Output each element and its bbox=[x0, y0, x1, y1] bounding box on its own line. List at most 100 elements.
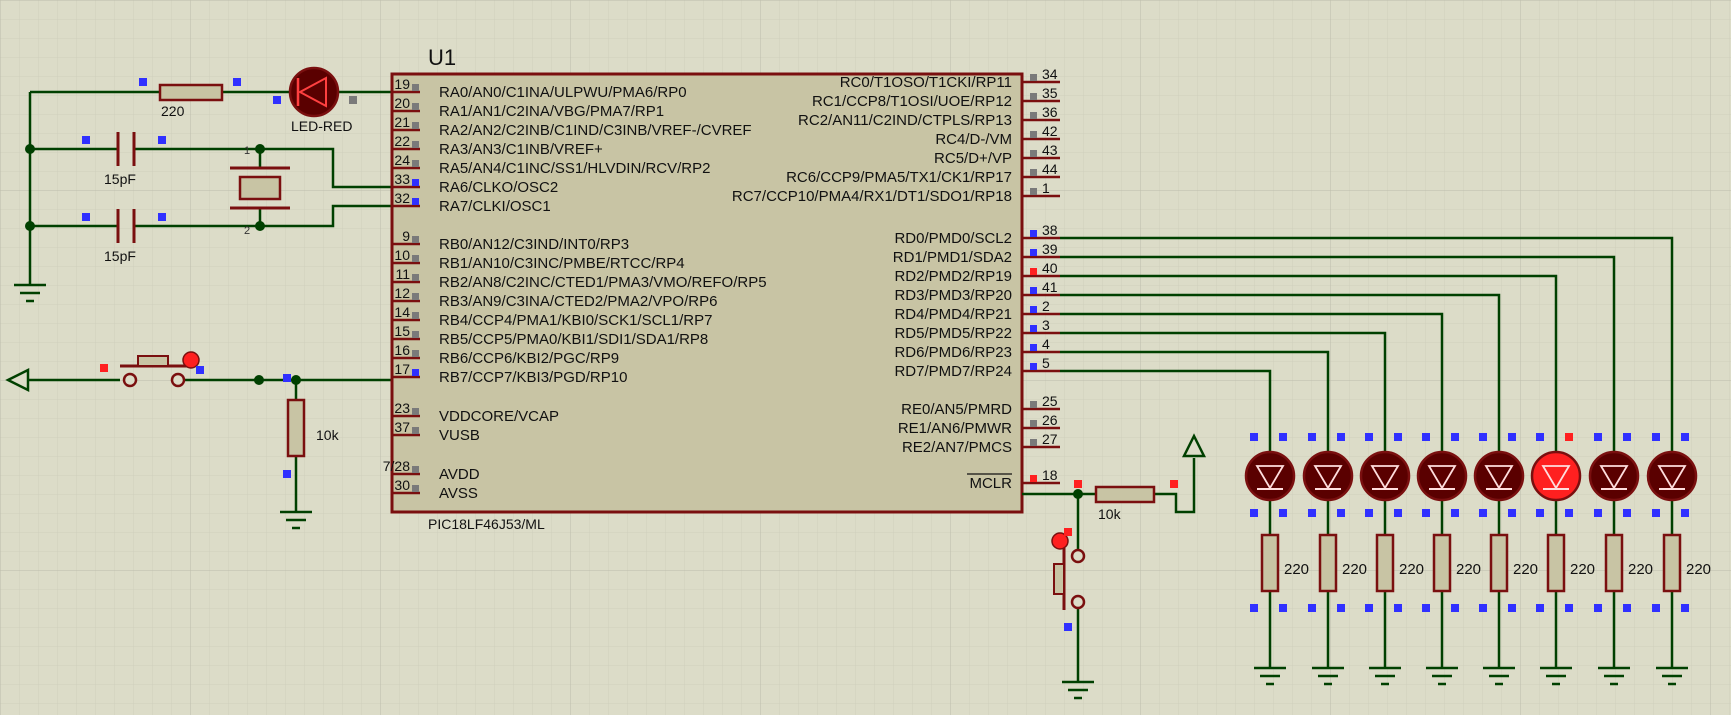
chip-pin-left-label: RA3/AN3/C1INB/VREF+ bbox=[439, 141, 603, 158]
chip-pin-left-label: VUSB bbox=[439, 427, 480, 444]
resistor-led-body[interactable] bbox=[158, 83, 224, 102]
led-pin-marker bbox=[1565, 509, 1573, 517]
led-resistor-value: 220 bbox=[1513, 561, 1538, 578]
chip-pin-left-label: RA0/AN0/C1INA/ULPWU/PMA6/RP0 bbox=[439, 84, 687, 101]
chip-pin-right-number: 4 bbox=[1042, 336, 1050, 352]
led-resistor-body[interactable] bbox=[1662, 533, 1682, 593]
chip-pin-left-marker bbox=[412, 312, 419, 319]
chip-pin-left-marker bbox=[412, 103, 419, 110]
led-resistor-value: 220 bbox=[1570, 561, 1595, 578]
led-pin-marker bbox=[1308, 509, 1316, 517]
chip-pin-right-marker bbox=[1030, 249, 1037, 256]
led-resistor-value: 220 bbox=[1628, 561, 1653, 578]
led-resistor-value: 220 bbox=[1686, 561, 1711, 578]
led-resistor-body[interactable] bbox=[1375, 533, 1395, 593]
chip-part-number: PIC18LF46J53/ML bbox=[428, 516, 545, 532]
chip-pin-left-marker bbox=[412, 369, 419, 376]
led-pin-marker bbox=[1681, 433, 1689, 441]
chip-pin-left-number: 30 bbox=[394, 477, 410, 493]
led-resistor-body[interactable] bbox=[1432, 533, 1452, 593]
capacitor-top-value: 15pF bbox=[104, 171, 136, 187]
led-resistor-body[interactable] bbox=[1318, 533, 1338, 593]
chip-pin-left-marker bbox=[412, 331, 419, 338]
led-pin-marker bbox=[1565, 604, 1573, 612]
chip-pin-left-number: 32 bbox=[394, 190, 410, 206]
led-pin-marker bbox=[1623, 509, 1631, 517]
chip-pin-left-number: 7/28 bbox=[383, 458, 410, 474]
chip-pin-right-label: RC2/AN11/C2IND/CTPLS/RP13 bbox=[798, 112, 1012, 129]
chip-pin-left-number: 16 bbox=[394, 342, 410, 358]
chip-pin-right-number: 2 bbox=[1042, 298, 1050, 314]
led-pin-marker bbox=[1536, 509, 1544, 517]
led-pin-marker bbox=[1250, 433, 1258, 441]
chip-pin-right-label: RC0/T1OSO/T1CKI/RP11 bbox=[840, 74, 1012, 91]
resistor-pulldown-value: 10k bbox=[316, 427, 340, 443]
led-pin-marker bbox=[1337, 604, 1345, 612]
led-pin-marker bbox=[1681, 509, 1689, 517]
chip-pin-left-marker bbox=[412, 236, 419, 243]
chip-pin-right-number: 18 bbox=[1042, 467, 1058, 483]
chip-pin-left-marker bbox=[412, 350, 419, 357]
resistor-pulldown-body[interactable] bbox=[286, 398, 306, 458]
led-resistor-value: 220 bbox=[1456, 561, 1481, 578]
chip-pin-left-marker bbox=[412, 466, 419, 473]
led-resistor-body[interactable] bbox=[1489, 533, 1509, 593]
led-pin-marker bbox=[1422, 509, 1430, 517]
chip-pin-left-marker bbox=[412, 122, 419, 129]
chip-pin-left-number: 9 bbox=[402, 228, 410, 244]
led-pin-marker bbox=[1508, 433, 1516, 441]
led-resistor-body[interactable] bbox=[1546, 533, 1566, 593]
chip-pin-right-number: 40 bbox=[1042, 260, 1058, 276]
chip-pin-right-label: RE1/AN6/PMWR bbox=[898, 420, 1012, 437]
chip-pin-right-marker bbox=[1030, 306, 1037, 313]
led-pin-marker bbox=[1365, 604, 1373, 612]
chip-pin-right-label: RD6/PMD6/RP23 bbox=[894, 344, 1012, 361]
led-pin-marker bbox=[1250, 604, 1258, 612]
chip-pin-left-label: RB0/AN12/C3IND/INT0/RP3 bbox=[439, 236, 629, 253]
led-resistor-body[interactable] bbox=[1604, 533, 1624, 593]
resistor-mclr-body[interactable] bbox=[1094, 485, 1156, 504]
capacitor-bottom-value: 15pF bbox=[104, 248, 136, 264]
led-pin-marker bbox=[1594, 433, 1602, 441]
led-pin-marker bbox=[1508, 604, 1516, 612]
chip-pin-right-number: 39 bbox=[1042, 241, 1058, 257]
crystal-pin2: 2 bbox=[244, 225, 250, 237]
led-red-indicator[interactable] bbox=[288, 66, 340, 118]
led-pin-marker bbox=[1594, 604, 1602, 612]
led-pin-marker bbox=[1394, 509, 1402, 517]
chip-pin-left-number: 12 bbox=[394, 285, 410, 301]
schematic-canvas[interactable]: 220 LED-RED 15pF 15pF 1 2 10k U1 PIC18LF… bbox=[0, 0, 1731, 715]
chip-pin-right-marker bbox=[1030, 74, 1037, 81]
led-pin-marker bbox=[1508, 509, 1516, 517]
led-pin-marker bbox=[1250, 509, 1258, 517]
chip-pin-left-number: 10 bbox=[394, 247, 410, 263]
led-pin-marker bbox=[1279, 509, 1287, 517]
chip-pin-left-marker bbox=[412, 198, 419, 205]
chip-pin-right-marker bbox=[1030, 131, 1037, 138]
led-pin-marker bbox=[1479, 433, 1487, 441]
chip-pin-right-label: RC5/D+/VP bbox=[934, 150, 1012, 167]
led-resistor-body[interactable] bbox=[1260, 533, 1280, 593]
led-red-label: LED-RED bbox=[291, 118, 352, 134]
chip-pin-right-label: RE2/AN7/PMCS bbox=[902, 439, 1012, 456]
led-pin-marker bbox=[1536, 604, 1544, 612]
chip-pin-left-marker bbox=[412, 141, 419, 148]
chip-pin-right-label: RD1/PMD1/SDA2 bbox=[893, 249, 1012, 266]
chip-pin-left-label: RB4/CCP4/PMA1/KBI0/SCK1/SCL1/RP7 bbox=[439, 312, 712, 329]
led-pin-marker bbox=[1479, 509, 1487, 517]
chip-pin-right-marker bbox=[1030, 325, 1037, 332]
chip-pin-right-marker bbox=[1030, 439, 1037, 446]
chip-pin-left-label: AVSS bbox=[439, 485, 478, 502]
led-resistor-value: 220 bbox=[1342, 561, 1367, 578]
chip-pin-left-number: 21 bbox=[394, 114, 410, 130]
led-pin-marker bbox=[1623, 604, 1631, 612]
chip-pin-right-number: 25 bbox=[1042, 393, 1058, 409]
led-pin-marker bbox=[1652, 433, 1660, 441]
chip-pin-right-marker bbox=[1030, 112, 1037, 119]
chip-pin-right-label: RC6/CCP9/PMA5/TX1/CK1/RP17 bbox=[786, 169, 1012, 186]
chip-pin-right-marker bbox=[1030, 420, 1037, 427]
chip-pin-left-label: VDDCORE/VCAP bbox=[439, 408, 559, 425]
chip-pin-left-number: 14 bbox=[394, 304, 410, 320]
chip-pin-right-number: 5 bbox=[1042, 355, 1050, 371]
chip-pin-left-number: 17 bbox=[394, 361, 410, 377]
